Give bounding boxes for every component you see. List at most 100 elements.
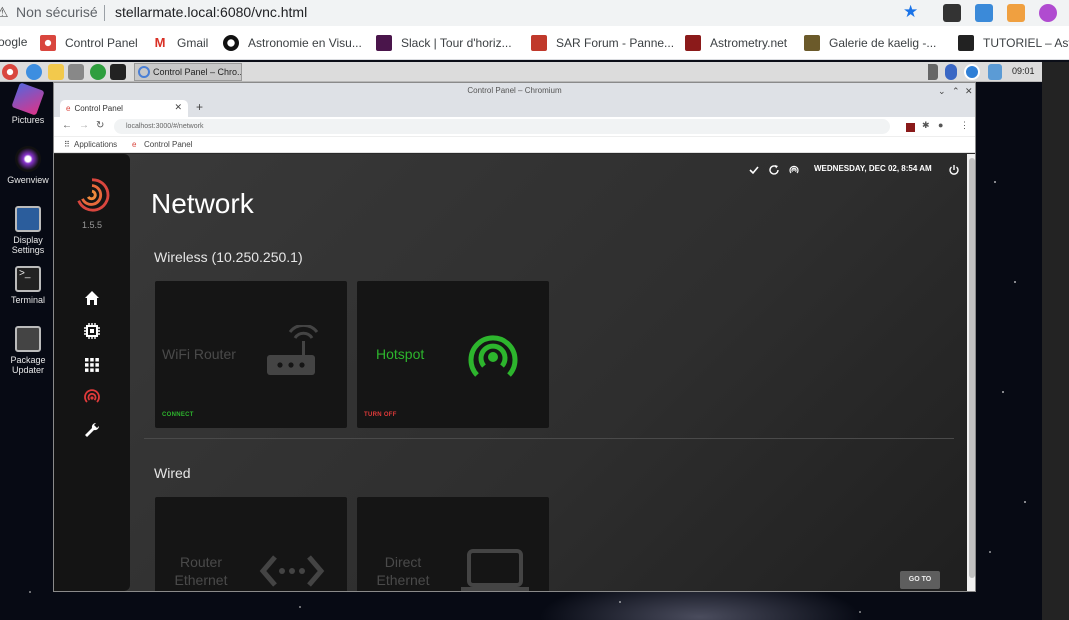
telescope-icon[interactable] bbox=[68, 64, 84, 80]
hotspot-card[interactable]: Hotspot TURN OFF bbox=[357, 281, 549, 428]
home-icon[interactable] bbox=[82, 288, 102, 308]
wired-section-title: Wired bbox=[154, 465, 191, 481]
desktop-icon-display-settings[interactable]: Display Settings bbox=[3, 206, 53, 255]
astronomy-icon bbox=[223, 35, 239, 51]
new-tab-button[interactable]: + bbox=[196, 100, 203, 114]
avatar-icon[interactable]: ● bbox=[938, 120, 943, 130]
bookmark-astronomie[interactable]: Astronomie en Visu... bbox=[223, 35, 362, 51]
section-divider bbox=[144, 438, 954, 439]
tutorial-icon bbox=[958, 35, 974, 51]
turn-off-button[interactable]: TURN OFF bbox=[364, 412, 397, 418]
bookmark-slack[interactable]: Slack | Tour d'horiz... bbox=[376, 35, 512, 51]
notes-ext-icon[interactable] bbox=[1007, 4, 1025, 22]
wrench-icon[interactable] bbox=[82, 420, 102, 440]
bookmark-applications[interactable]: Applications bbox=[74, 140, 117, 149]
page-title: Network bbox=[151, 188, 254, 219]
color-ext-icon[interactable] bbox=[1039, 4, 1057, 22]
chip-icon[interactable] bbox=[82, 321, 102, 341]
package-icon bbox=[15, 326, 41, 352]
window-title: Control Panel – Chromium ⌄ ⌃ ✕ bbox=[54, 83, 975, 99]
scrollbar[interactable] bbox=[967, 154, 975, 591]
network-icon[interactable] bbox=[82, 388, 102, 408]
sar-icon bbox=[531, 35, 547, 51]
desktop-edge bbox=[1042, 62, 1069, 620]
globe-icon[interactable] bbox=[26, 64, 42, 80]
sync-icon[interactable] bbox=[90, 64, 106, 80]
apps-icon[interactable]: ⠿ bbox=[64, 140, 70, 149]
bookmark-tutoriel[interactable]: TUTORIEL – Astr bbox=[958, 35, 1069, 51]
puzzle-ext-icon[interactable] bbox=[975, 4, 993, 22]
bookmark-google[interactable]: oogle bbox=[0, 35, 27, 49]
bookmark-sar-forum[interactable]: SAR Forum - Panne... bbox=[531, 35, 674, 51]
minimize-icon[interactable]: ⌄ bbox=[938, 83, 946, 99]
gallery-icon bbox=[804, 35, 820, 51]
pictures-icon bbox=[11, 82, 45, 116]
back-icon[interactable]: ← bbox=[62, 120, 72, 131]
bookmark-control-panel[interactable]: Control Panel bbox=[40, 35, 138, 51]
connect-button[interactable]: CONNECT bbox=[162, 412, 194, 418]
card-label: Hotspot bbox=[376, 346, 425, 362]
vnc-icon[interactable] bbox=[964, 64, 980, 80]
extension-icon[interactable] bbox=[906, 123, 915, 132]
tab-close-icon[interactable]: ✕ bbox=[174, 102, 182, 113]
stellarmate-logo-icon bbox=[77, 178, 110, 212]
spiral-icon: e bbox=[66, 104, 71, 113]
bookmark-galerie[interactable]: Galerie de kaelig -... bbox=[804, 35, 936, 51]
laptop-icon bbox=[461, 549, 529, 591]
router-icon bbox=[267, 325, 319, 375]
incognito-ext-icon[interactable] bbox=[943, 4, 961, 22]
gwenview-icon bbox=[15, 146, 41, 172]
desktop-icon-gwenview[interactable]: Gwenview bbox=[3, 146, 53, 185]
desktop-icon-package-updater[interactable]: Package Updater bbox=[3, 326, 53, 375]
bookmark-astrometry[interactable]: Astrometry.net bbox=[685, 35, 787, 51]
host-url[interactable]: stellarmate.local:6080/vnc.html bbox=[115, 4, 307, 20]
close-icon[interactable]: ✕ bbox=[965, 83, 973, 99]
menu-kebab-icon[interactable]: ⋮ bbox=[960, 120, 969, 131]
chromium-window: Control Panel – Chromium ⌄ ⌃ ✕ e Control… bbox=[53, 82, 976, 592]
maximize-icon[interactable]: ⌃ bbox=[952, 83, 960, 99]
tab-strip: e Control Panel ✕ + bbox=[54, 99, 975, 117]
checkmark-icon bbox=[749, 166, 759, 175]
wireless-section-title: Wireless (10.250.250.1) bbox=[154, 249, 303, 265]
hotspot-status-icon[interactable] bbox=[788, 164, 800, 176]
desktop-icon-pictures[interactable]: Pictures bbox=[3, 82, 53, 125]
gmail-icon: M bbox=[152, 35, 168, 51]
wifi-router-card[interactable]: WiFi Router CONNECT bbox=[155, 281, 347, 428]
card-label: Router Ethernet bbox=[174, 554, 228, 588]
goto-button[interactable]: GO TO bbox=[900, 571, 940, 589]
card-label: Direct Ethernet bbox=[376, 554, 430, 588]
router-ethernet-card[interactable]: Router Ethernet bbox=[155, 497, 347, 591]
menu-icon[interactable] bbox=[2, 64, 18, 80]
taskbar: Control Panel – Chro... 09:01 bbox=[0, 62, 1042, 82]
divider bbox=[104, 5, 105, 21]
clock: 09:01 bbox=[1012, 66, 1035, 76]
volume-icon[interactable] bbox=[988, 64, 1002, 80]
bookmark-gmail[interactable]: M Gmail bbox=[152, 35, 208, 51]
host-address-bar[interactable]: ⚠ Non sécurisé stellarmate.local:6080/vn… bbox=[0, 0, 1069, 26]
inner-bookmarks-bar: ⠿ Applications e Control Panel bbox=[54, 137, 975, 153]
direct-ethernet-card[interactable]: Direct Ethernet bbox=[357, 497, 549, 591]
desktop-icon-terminal[interactable]: >_ Terminal bbox=[3, 266, 53, 305]
scrollbar-thumb[interactable] bbox=[969, 158, 975, 578]
taskbar-task-chromium[interactable]: Control Panel – Chro... bbox=[134, 63, 242, 81]
security-label[interactable]: Non sécurisé bbox=[16, 4, 98, 20]
puzzle-icon[interactable]: ✱ bbox=[922, 120, 930, 131]
power-icon[interactable] bbox=[948, 164, 960, 176]
chromium-icon bbox=[138, 66, 150, 78]
astrometry-icon bbox=[685, 35, 701, 51]
spiral-icon: e bbox=[132, 140, 137, 149]
apps-grid-icon[interactable] bbox=[82, 355, 102, 375]
monitor-icon bbox=[15, 206, 41, 232]
terminal-icon[interactable] bbox=[110, 64, 126, 80]
tab-control-panel[interactable]: e Control Panel ✕ bbox=[60, 100, 188, 117]
bluetooth-icon[interactable] bbox=[945, 64, 957, 80]
bookmark-control-panel-inner[interactable]: Control Panel bbox=[144, 140, 192, 149]
card-label: WiFi Router bbox=[162, 346, 236, 362]
address-input[interactable]: localhost:3000/#/network bbox=[114, 119, 890, 134]
folder-icon[interactable] bbox=[48, 64, 64, 80]
forward-icon[interactable]: → bbox=[79, 120, 89, 131]
refresh-icon[interactable] bbox=[768, 164, 780, 176]
bookmark-star-icon[interactable]: ★ bbox=[903, 2, 918, 22]
host-bookmarks-bar: oogle Control Panel M Gmail Astronomie en… bbox=[0, 26, 1069, 60]
reload-icon[interactable]: ↻ bbox=[96, 120, 104, 131]
